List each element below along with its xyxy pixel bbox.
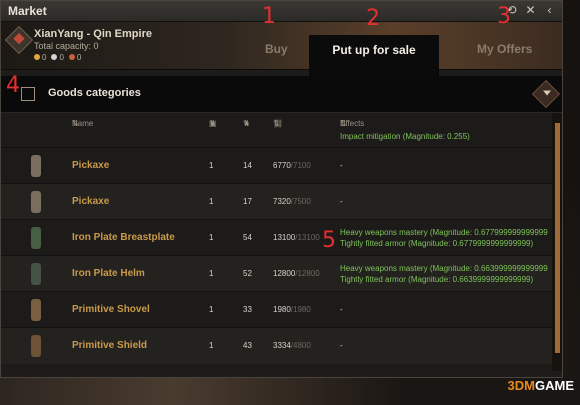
- effect-text: -: [340, 161, 343, 170]
- item-quality: 52: [243, 269, 252, 278]
- table-row[interactable]: Iron Plate Helm 1 52 12800/12800 Heavy weapo…: [1, 255, 552, 292]
- window-title: Market: [8, 4, 47, 18]
- watermark-suffix: GAME: [535, 378, 574, 393]
- item-name[interactable]: Primitive Shovel: [72, 304, 150, 315]
- collapse-icon[interactable]: ‹: [543, 4, 556, 17]
- sort-icon: ⇅: [273, 119, 280, 128]
- close-icon[interactable]: ✕: [524, 4, 537, 17]
- item-quantity: 1: [209, 233, 214, 242]
- annotation-2: 2: [366, 6, 380, 31]
- gold-coin-value: 0: [42, 53, 47, 62]
- faction-emblem-icon: [4, 25, 34, 55]
- item-icon: [23, 332, 49, 360]
- item-name[interactable]: Pickaxe: [72, 196, 109, 207]
- silver-coin-icon: [51, 54, 58, 60]
- market-header: XianYang - Qin Empire Total capacity: 0 …: [1, 22, 562, 78]
- tab-my-offers[interactable]: My Offers: [477, 42, 532, 56]
- table-row[interactable]: Pickaxe 1 17 7320/7500 -: [1, 183, 552, 220]
- table-row[interactable]: Primitive Shield 1 43 3334/4800 -: [1, 327, 552, 364]
- total-capacity: Total capacity: 0: [34, 41, 99, 51]
- annotation-3: 3: [497, 4, 511, 29]
- title-bar: Market ⟲ ✕ ‹: [1, 1, 562, 22]
- item-quality: 14: [243, 161, 252, 170]
- item-durability: 12800/12800: [273, 269, 320, 278]
- background-bottom-strip: [0, 378, 580, 405]
- market-window: Market ⟲ ✕ ‹ XianYang - Qin Empire Total…: [0, 0, 563, 378]
- goods-table: Name ⇅ ▣ ⇅ ★ ⇅ ⛓ ⇅ Effects ⇅ Impact miti…: [1, 113, 552, 371]
- scrollbar-thumb[interactable]: [555, 123, 560, 353]
- item-quantity: 1: [209, 197, 214, 206]
- effect-text: -: [340, 305, 343, 314]
- scrollbar[interactable]: [552, 113, 562, 371]
- watermark-prefix: 3DM: [507, 378, 535, 393]
- sort-icon: ⇅: [340, 119, 347, 128]
- copper-coin-icon: [68, 54, 75, 60]
- annotation-1: 1: [262, 4, 276, 29]
- item-quantity: 1: [209, 305, 214, 314]
- item-quantity: 1: [209, 161, 214, 170]
- goods-categories-bar[interactable]: Goods categories: [1, 76, 562, 113]
- item-icon: [23, 152, 49, 180]
- item-icon: [23, 296, 49, 324]
- item-icon: [23, 224, 49, 252]
- annotation-5: 5: [322, 228, 336, 253]
- item-name[interactable]: Iron Plate Helm: [72, 268, 145, 279]
- item-durability: 6770/7100: [273, 161, 311, 170]
- effect-text: Heavy weapons mastery (Magnitude: 0.6779…: [340, 228, 548, 248]
- effect-text: -: [340, 197, 343, 206]
- goods-categories-label: Goods categories: [48, 87, 141, 99]
- item-name[interactable]: Primitive Shield: [72, 340, 147, 351]
- tab-buy[interactable]: Buy: [265, 42, 288, 56]
- silver-coin-value: 0: [59, 53, 64, 62]
- item-durability: 1980/1980: [273, 305, 311, 314]
- item-quality: 17: [243, 197, 252, 206]
- sort-icon: ⇅: [243, 119, 250, 128]
- item-quantity: 1: [209, 341, 214, 350]
- watermark: 3DMGAME: [508, 378, 574, 393]
- table-row[interactable]: Primitive Shovel 1 33 1980/1980 -: [1, 291, 552, 328]
- tab-put-up-for-sale[interactable]: Put up for sale: [309, 35, 439, 78]
- item-durability: 7320/7500: [273, 197, 311, 206]
- item-quantity: 1: [209, 269, 214, 278]
- sort-icon: ⇅: [72, 119, 79, 128]
- title-bar-controls: ⟲ ✕ ‹: [505, 4, 556, 17]
- table-row[interactable]: Iron Plate Breastplate 1 54 13100/13100 Heav…: [1, 219, 552, 256]
- categories-icon: [21, 87, 35, 101]
- item-quality: 54: [243, 233, 252, 242]
- sort-icon: ⇅: [209, 119, 216, 128]
- item-durability: 13100/13100: [273, 233, 320, 242]
- table-row[interactable]: Pickaxe 1 14 6770/7100 -: [1, 147, 552, 184]
- item-durability: 3334/4800: [273, 341, 311, 350]
- annotation-4: 4: [6, 73, 20, 98]
- table-row-partial: Impact mitigation (Magnitude: 0.255): [1, 131, 552, 141]
- copper-coin-value: 0: [76, 53, 82, 62]
- gold-coin-icon: [34, 54, 40, 60]
- filter-icon[interactable]: [531, 79, 561, 109]
- item-quality: 33: [243, 305, 252, 314]
- item-icon: [23, 188, 49, 216]
- item-icon: [23, 260, 49, 288]
- effect-text: Impact mitigation (Magnitude: 0.255): [340, 132, 470, 141]
- item-quality: 43: [243, 341, 252, 350]
- effect-text: -: [340, 341, 343, 350]
- gold-coin: 0: [34, 53, 46, 62]
- item-name[interactable]: Iron Plate Breastplate: [72, 232, 175, 243]
- copper-coin: 0: [68, 53, 82, 62]
- silver-coin: 0: [51, 53, 64, 62]
- currency-bar: 0 0 0: [34, 53, 81, 62]
- item-name[interactable]: Pickaxe: [72, 160, 109, 171]
- location-name: XianYang - Qin Empire: [34, 28, 152, 40]
- effect-text: Heavy weapons mastery (Magnitude: 0.6639…: [340, 264, 548, 284]
